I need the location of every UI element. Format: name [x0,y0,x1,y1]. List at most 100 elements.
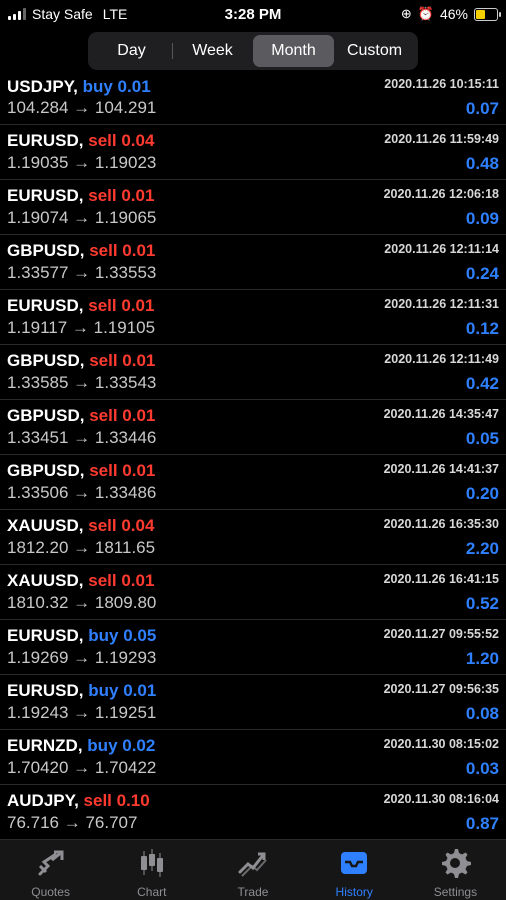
deal-profit: 0.24 [465,264,499,283]
deal-time: 2020.11.30 08:15:02 [383,737,499,751]
side-volume: sell 0.04 [88,131,155,150]
symbol-label: GBPUSD, [7,351,85,370]
deal-row[interactable]: EURUSD, buy 0.01 1.19243 → 1.19251 2020.11… [0,675,506,730]
symbol-label: EURUSD, [7,296,84,315]
deal-row[interactable]: GBPUSD, sell 0.01 1.33451 → 1.33446 2020.1… [0,400,506,455]
deal-symbol: EURUSD, buy 0.01 [7,681,156,701]
symbol-label: XAUUSD, [7,571,84,590]
price-range: 1.19074 → 1.19065 [7,208,157,227]
side-volume: buy 0.01 [82,77,151,96]
segment-week[interactable]: Week [172,35,253,67]
inbox-icon [337,846,371,885]
deal-time: 2020.11.26 12:06:18 [383,187,499,201]
deal-row[interactable]: EURUSD, sell 0.01 1.19117 → 1.19105 2020.1… [0,290,506,345]
side-volume: buy 0.01 [88,681,157,700]
symbol-label: EURUSD, [7,131,84,150]
deal-time: 2020.11.26 10:15:11 [384,77,499,91]
deal-symbol: EURUSD, sell 0.01 [7,296,154,316]
tab-bar: Quotes Chart Trade History Settings [0,840,506,900]
deal-time: 2020.11.30 08:16:04 [383,792,499,806]
symbol-label: EURUSD, [7,186,84,205]
candlestick-icon [135,846,169,885]
tab-history[interactable]: History [304,840,405,900]
deal-profit: 0.05 [465,429,499,448]
deal-row[interactable]: EURUSD, sell 0.01 1.19074 → 1.19065 2020.1… [0,180,506,235]
alarm-icon: ⏰ [417,6,434,21]
deal-row[interactable]: EURUSD, sell 0.04 1.19035 → 1.19023 2020.1… [0,125,506,180]
tab-trade[interactable]: Trade [202,840,303,900]
deal-profit: 0.20 [465,484,499,503]
status-bar: Stay Safe LTE 3:28 PM ⊕ ⏰ 46% [0,0,506,28]
deal-profit: 0.48 [465,154,499,173]
deal-symbol: AUDJPY, sell 0.10 [7,791,150,811]
price-range: 1.70420 → 1.70422 [7,758,157,777]
deal-symbol: EURUSD, sell 0.01 [7,186,154,206]
price-range: 1.33451 → 1.33446 [7,428,157,447]
segment-custom[interactable]: Custom [334,35,415,67]
side-volume: sell 0.01 [89,406,156,425]
side-volume: sell 0.01 [89,461,156,480]
side-volume: sell 0.01 [88,296,155,315]
symbol-label: GBPUSD, [7,241,85,260]
side-volume: sell 0.01 [89,351,156,370]
segment-day[interactable]: Day [91,35,172,67]
battery-percent: 46% [439,6,468,22]
quotes-icon [34,846,68,885]
deal-time: 2020.11.26 11:59:49 [384,132,499,146]
deal-time: 2020.11.27 09:55:52 [383,627,499,641]
deal-symbol: EURUSD, buy 0.05 [7,626,156,646]
tab-quotes[interactable]: Quotes [0,840,101,900]
tab-label: History [335,885,373,899]
deal-symbol: GBPUSD, sell 0.01 [7,241,155,261]
deal-profit: 0.87 [465,814,499,833]
deal-symbol: XAUUSD, sell 0.01 [7,571,154,591]
deal-row[interactable]: GBPUSD, sell 0.01 1.33585 → 1.33543 2020.1… [0,345,506,400]
deal-row[interactable]: AUDJPY, sell 0.10 76.716 → 76.707 2020.11.… [0,785,506,840]
side-volume: sell 0.10 [83,791,150,810]
deal-symbol: USDJPY, buy 0.01 [7,77,151,97]
deal-symbol: EURNZD, buy 0.02 [7,736,155,756]
segment-month[interactable]: Month [253,35,334,67]
price-range: 1.19117 → 1.19105 [7,318,156,337]
side-volume: sell 0.01 [88,571,155,590]
deal-row[interactable]: EURNZD, buy 0.02 1.70420 → 1.70422 2020.11… [0,730,506,785]
deal-time: 2020.11.26 14:35:47 [383,407,499,421]
tab-chart[interactable]: Chart [101,840,202,900]
side-volume: buy 0.05 [88,626,157,645]
symbol-label: AUDJPY, [7,791,79,810]
symbol-label: USDJPY, [7,77,78,96]
deal-symbol: EURUSD, sell 0.04 [7,131,154,151]
deal-symbol: GBPUSD, sell 0.01 [7,351,155,371]
deal-row[interactable]: EURUSD, buy 0.05 1.19269 → 1.19293 2020.11… [0,620,506,675]
side-volume: buy 0.02 [87,736,156,755]
deal-symbol: GBPUSD, sell 0.01 [7,461,155,481]
deal-row[interactable]: GBPUSD, sell 0.01 1.33506 → 1.33486 2020.1… [0,455,506,510]
symbol-label: GBPUSD, [7,461,85,480]
deal-time: 2020.11.26 14:41:37 [383,462,499,476]
tab-settings[interactable]: Settings [405,840,506,900]
status-right: ⊕ ⏰ 46% [400,6,501,22]
deal-row[interactable]: XAUUSD, sell 0.04 1812.20 → 1811.65 2020.1… [0,510,506,565]
deal-row[interactable]: GBPUSD, sell 0.01 1.33577 → 1.33553 2020.1… [0,235,506,290]
side-volume: sell 0.01 [88,186,155,205]
side-volume: sell 0.01 [89,241,156,260]
price-range: 1810.32 → 1809.80 [7,593,157,612]
lock-rotation-icon: ⊕ [400,6,412,21]
tab-label: Trade [237,885,269,899]
price-range: 1.33506 → 1.33486 [7,483,157,502]
deal-time: 2020.11.26 12:11:49 [384,352,499,366]
deal-time: 2020.11.26 16:35:30 [383,517,499,531]
period-segmented-control: Day Week Month Custom [88,32,418,70]
deal-profit: 0.07 [465,99,499,118]
deal-time: 2020.11.26 12:11:31 [384,297,499,311]
history-list[interactable]: USDJPY, buy 0.01 104.284 → 104.291 2020.11… [0,75,506,840]
gear-icon [438,846,472,885]
deal-row[interactable]: XAUUSD, sell 0.01 1810.32 → 1809.80 2020.1… [0,565,506,620]
tab-label: Chart [137,885,167,899]
price-range: 1.19035 → 1.19023 [7,153,157,172]
deal-symbol: XAUUSD, sell 0.04 [7,516,154,536]
deal-profit: 2.20 [465,539,499,558]
symbol-label: GBPUSD, [7,406,85,425]
deal-row[interactable]: USDJPY, buy 0.01 104.284 → 104.291 2020.11… [0,75,506,125]
price-range: 1812.20 → 1811.65 [7,538,156,557]
